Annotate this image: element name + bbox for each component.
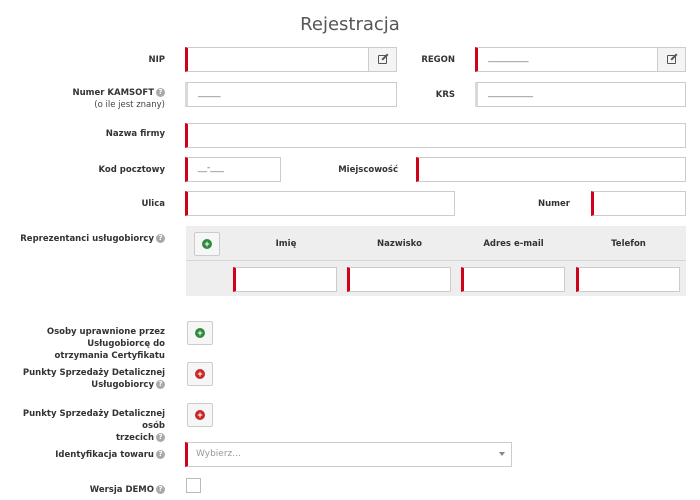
plus-circle-icon: + — [202, 239, 212, 249]
kod-mask: __-___ — [198, 163, 224, 173]
add-representative-button[interactable]: + — [194, 232, 220, 256]
krs-label: KRS — [435, 90, 455, 100]
identyfikacja-select[interactable]: Wybierz... — [185, 442, 512, 467]
punkty-uslugobiorcy-line2: Usługobiorcy — [91, 380, 154, 390]
demo-label: Wersja DEMO? — [20, 484, 165, 496]
kamsoft-mask: _____ — [198, 88, 221, 98]
kamsoft-label-text: Numer KAMSOFT — [72, 88, 154, 98]
kamsoft-sublabel: (o ile jest znany) — [94, 100, 165, 110]
identyfikacja-label-text: Identyfikacja towaru — [55, 450, 154, 460]
numer-input[interactable] — [591, 191, 686, 216]
plus-circle-red-icon: + — [195, 369, 205, 379]
representative-imie-input[interactable] — [233, 267, 337, 292]
krs-mask: __________ — [488, 88, 533, 98]
demo-checkbox[interactable] — [186, 478, 201, 493]
representative-telefon-input[interactable] — [576, 267, 680, 292]
column-header-imie: Imię — [275, 239, 297, 249]
page-title: Rejestracja — [300, 14, 400, 35]
miejscowosc-label: Miejscowość — [338, 165, 398, 175]
plus-circle-red-icon: + — [195, 410, 205, 420]
question-circle-icon[interactable]: ? — [156, 234, 165, 243]
nazwa-input[interactable] — [185, 123, 686, 148]
nip-input[interactable] — [185, 47, 397, 72]
demo-label-text: Wersja DEMO — [89, 485, 154, 495]
identyfikacja-label: Identyfikacja towaru? — [20, 449, 165, 461]
edit-icon — [667, 55, 676, 64]
miejscowosc-input[interactable] — [416, 157, 686, 182]
question-circle-icon[interactable]: ? — [156, 380, 165, 389]
chevron-down-icon — [499, 452, 505, 456]
kamsoft-label: Numer KAMSOFT? (o ile jest znany) — [40, 87, 165, 111]
add-authorized-person-button[interactable]: + — [187, 321, 213, 345]
nip-label: NIP — [148, 55, 165, 65]
regon-mask: _________ — [488, 53, 529, 63]
osoby-label-line2: otrzymania Certyfikatu — [54, 351, 165, 361]
kod-input[interactable]: __-___ — [185, 157, 281, 182]
reprezentanci-label: Reprezentanci usługobiorcy? — [20, 233, 165, 245]
question-circle-icon[interactable]: ? — [156, 485, 165, 494]
punkty-trzecich-label: Punkty Sprzedaży Detalicznej osób trzeci… — [5, 408, 165, 444]
ulica-label: Ulica — [141, 199, 165, 209]
punkty-trzecich-line2: trzecich — [115, 433, 154, 443]
column-header-email: Adres e-mail — [483, 239, 544, 249]
ulica-input[interactable] — [185, 191, 455, 216]
column-header-telefon: Telefon — [611, 239, 646, 249]
question-circle-icon[interactable]: ? — [156, 450, 165, 459]
punkty-uslugobiorcy-line1: Punkty Sprzedaży Detalicznej — [22, 368, 165, 378]
punkty-trzecich-line1: Punkty Sprzedaży Detalicznej osób — [22, 409, 165, 431]
representatives-header-divider — [186, 260, 686, 261]
krs-input[interactable]: __________ — [475, 82, 686, 107]
representative-email-input[interactable] — [461, 267, 565, 292]
osoby-label-line1: Osoby uprawnione przez Usługobiorcę do — [46, 327, 165, 349]
regon-input[interactable]: _________ — [475, 47, 686, 72]
add-third-party-retail-point-button[interactable]: + — [187, 403, 213, 427]
numer-label: Numer — [538, 199, 570, 209]
kamsoft-input[interactable]: _____ — [185, 82, 397, 107]
question-circle-icon[interactable]: ? — [156, 88, 165, 97]
representative-nazwisko-input[interactable] — [347, 267, 451, 292]
column-header-nazwisko: Nazwisko — [377, 239, 422, 249]
add-retail-point-button[interactable]: + — [187, 362, 213, 386]
regon-label: REGON — [421, 55, 455, 65]
punkty-uslugobiorcy-label: Punkty Sprzedaży Detalicznej Usługobiorc… — [5, 367, 165, 391]
nazwa-label: Nazwa firmy — [105, 129, 165, 139]
reprezentanci-label-text: Reprezentanci usługobiorcy — [20, 234, 154, 244]
kod-label: Kod pocztowy — [98, 165, 165, 175]
osoby-label: Osoby uprawnione przez Usługobiorcę do o… — [5, 326, 165, 362]
regon-edit-button[interactable] — [657, 48, 685, 71]
plus-circle-icon: + — [195, 328, 205, 338]
identyfikacja-placeholder: Wybierz... — [196, 449, 241, 459]
question-circle-icon[interactable]: ? — [156, 433, 165, 442]
